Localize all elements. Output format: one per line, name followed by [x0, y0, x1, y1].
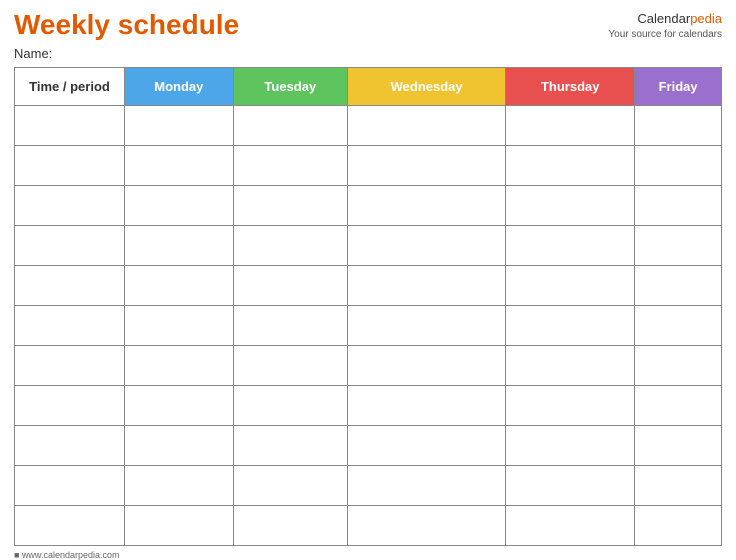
logo-tagline: Your source for calendars — [608, 28, 722, 42]
table-cell[interactable] — [635, 386, 722, 426]
table-cell[interactable] — [348, 506, 506, 546]
table-row — [15, 386, 722, 426]
table-cell[interactable] — [125, 306, 234, 346]
table-cell[interactable] — [506, 266, 635, 306]
table-cell[interactable] — [125, 506, 234, 546]
logo-pedia: pedia — [690, 11, 722, 26]
table-row — [15, 346, 722, 386]
table-cell[interactable] — [635, 266, 722, 306]
table-cell[interactable] — [348, 146, 506, 186]
table-cell[interactable] — [635, 466, 722, 506]
logo-area: Calendarpedia Your source for calendars — [608, 10, 722, 42]
table-cell[interactable] — [15, 386, 125, 426]
table-cell[interactable] — [348, 106, 506, 146]
table-cell[interactable] — [125, 106, 234, 146]
page: Weekly schedule Calendarpedia Your sourc… — [0, 0, 736, 555]
table-cell[interactable] — [15, 226, 125, 266]
table-row — [15, 106, 722, 146]
table-cell[interactable] — [125, 266, 234, 306]
table-cell[interactable] — [635, 106, 722, 146]
table-cell[interactable] — [348, 186, 506, 226]
schedule-table: Time / period Monday Tuesday Wednesday T… — [14, 67, 722, 546]
table-cell[interactable] — [635, 186, 722, 226]
table-cell[interactable] — [233, 106, 347, 146]
table-cell[interactable] — [635, 146, 722, 186]
table-cell[interactable] — [125, 226, 234, 266]
table-cell[interactable] — [348, 226, 506, 266]
table-cell[interactable] — [506, 226, 635, 266]
table-cell[interactable] — [635, 346, 722, 386]
table-cell[interactable] — [233, 346, 347, 386]
name-label: Name: — [14, 46, 52, 61]
table-cell[interactable] — [233, 426, 347, 466]
col-header-tuesday: Tuesday — [233, 68, 347, 106]
table-cell[interactable] — [233, 466, 347, 506]
title-text: Weekly schedule — [14, 9, 239, 40]
table-cell[interactable] — [125, 346, 234, 386]
logo-brand: Calendarpedia — [608, 10, 722, 28]
table-row — [15, 186, 722, 226]
table-cell[interactable] — [233, 506, 347, 546]
table-row — [15, 506, 722, 546]
table-body — [15, 106, 722, 546]
footer: ■ www.calendarpedia.com — [14, 550, 722, 560]
table-cell[interactable] — [15, 346, 125, 386]
col-header-time: Time / period — [15, 68, 125, 106]
table-cell[interactable] — [15, 466, 125, 506]
table-cell[interactable] — [233, 186, 347, 226]
table-cell[interactable] — [506, 106, 635, 146]
table-cell[interactable] — [15, 426, 125, 466]
col-header-monday: Monday — [125, 68, 234, 106]
table-cell[interactable] — [15, 106, 125, 146]
table-cell[interactable] — [348, 386, 506, 426]
table-cell[interactable] — [506, 426, 635, 466]
name-row: Name: — [14, 46, 722, 61]
table-row — [15, 226, 722, 266]
table-cell[interactable] — [506, 306, 635, 346]
col-header-thursday: Thursday — [506, 68, 635, 106]
table-cell[interactable] — [506, 146, 635, 186]
table-cell[interactable] — [348, 266, 506, 306]
table-cell[interactable] — [233, 386, 347, 426]
table-cell[interactable] — [125, 146, 234, 186]
header: Weekly schedule Calendarpedia Your sourc… — [14, 10, 722, 42]
table-cell[interactable] — [635, 506, 722, 546]
table-cell[interactable] — [15, 306, 125, 346]
table-cell[interactable] — [125, 186, 234, 226]
table-cell[interactable] — [15, 266, 125, 306]
table-cell[interactable] — [348, 306, 506, 346]
table-row — [15, 426, 722, 466]
table-cell[interactable] — [635, 226, 722, 266]
table-cell[interactable] — [125, 426, 234, 466]
col-header-wednesday: Wednesday — [348, 68, 506, 106]
table-cell[interactable] — [506, 466, 635, 506]
table-cell[interactable] — [506, 186, 635, 226]
table-cell[interactable] — [635, 306, 722, 346]
col-header-friday: Friday — [635, 68, 722, 106]
table-cell[interactable] — [233, 266, 347, 306]
table-cell[interactable] — [506, 386, 635, 426]
table-row — [15, 146, 722, 186]
logo-calendar: Calendar — [637, 11, 690, 26]
table-cell[interactable] — [348, 466, 506, 506]
table-row — [15, 306, 722, 346]
table-cell[interactable] — [125, 386, 234, 426]
footer-url: ■ www.calendarpedia.com — [14, 550, 120, 560]
page-title: Weekly schedule — [14, 10, 239, 41]
table-header-row: Time / period Monday Tuesday Wednesday T… — [15, 68, 722, 106]
table-cell[interactable] — [506, 346, 635, 386]
table-cell[interactable] — [635, 426, 722, 466]
table-cell[interactable] — [233, 306, 347, 346]
table-cell[interactable] — [348, 426, 506, 466]
table-cell[interactable] — [125, 466, 234, 506]
table-cell[interactable] — [506, 506, 635, 546]
table-cell[interactable] — [233, 226, 347, 266]
table-cell[interactable] — [15, 506, 125, 546]
table-row — [15, 266, 722, 306]
table-cell[interactable] — [233, 146, 347, 186]
table-cell[interactable] — [348, 346, 506, 386]
table-row — [15, 466, 722, 506]
table-cell[interactable] — [15, 186, 125, 226]
table-cell[interactable] — [15, 146, 125, 186]
